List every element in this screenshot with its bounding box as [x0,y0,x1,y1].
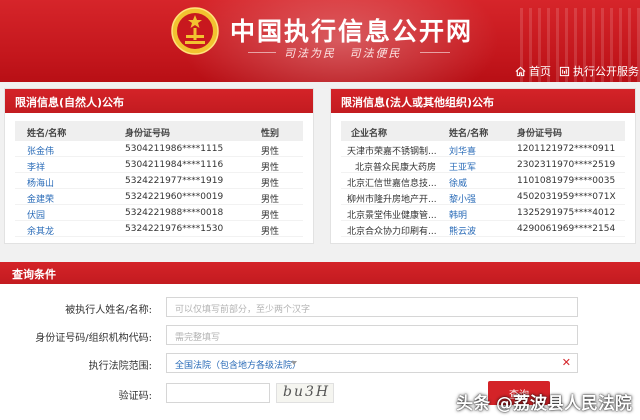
column-header: 企业名称 [351,129,388,139]
person-name[interactable]: 韩明 [449,208,467,221]
nav-home-label: 首页 [529,65,551,78]
id-number: 1101081979****0035 [517,176,616,186]
person-name[interactable]: 黎小强 [449,192,476,205]
id-input[interactable]: 需完整填写 [166,325,578,345]
column-header: 姓名/名称 [449,129,489,139]
table-row[interactable]: 天津市荣嘉不锈钢制... 刘华喜 1201121972****0911 [341,141,625,157]
company-name: 柳州市隆升房地产开... [347,195,437,205]
court-select[interactable]: 全国法院（包含地方各级法院） ✕ [166,353,578,373]
table-row[interactable]: 张金伟 5304211986****1115 男性 [15,141,303,157]
individual-rows: 张金伟 5304211986****1115 男性 李祥 5304211984****… [15,141,303,237]
id-number: 1325291975****4012 [517,208,616,218]
captcha-image[interactable]: bu3H [276,383,334,403]
table-row[interactable]: 金建荣 5324221960****0019 男性 [15,189,303,205]
court-emblem-icon [171,7,219,55]
court-select-value: 全国法院（包含地方各级法院） [175,361,302,371]
captcha-label: 验证码: [118,391,152,402]
table-row[interactable]: 杨海山 5324221977****1919 男性 [15,173,303,189]
person-name[interactable]: 金建荣 [27,192,54,205]
gender: 男性 [261,179,280,189]
gender: 男性 [261,195,280,205]
home-icon [515,66,526,77]
individual-table: 姓名/名称 身份证号码 性别 张金伟 5304211986****1115 男性 李… [15,121,303,237]
court-label: 执行法院范围: [88,361,152,372]
entity-rows: 天津市荣嘉不锈钢制... 刘华喜 1201121972****0911 北京普众民康… [341,141,625,237]
chevron-down-icon [291,361,297,365]
table-row[interactable]: 北京汇信世嘉信息技... 徐威 1101081979****0035 [341,173,625,189]
id-number: 4502031959****071X [517,192,616,202]
column-header: 姓名/名称 [27,129,67,139]
table-header: 企业名称 姓名/名称 身份证号码 [341,121,625,141]
id-number: 2302311970****2519 [517,160,616,170]
person-name[interactable]: 伏园 [27,208,45,221]
person-name[interactable]: 刘华喜 [449,144,476,157]
name-row: 被执行人姓名/名称: 可以仅填写前部分，至少两个汉字 [0,297,640,317]
individual-panel: 限消信息(自然人)公布 姓名/名称 身份证号码 性别 张金伟 5304211986… [4,88,314,244]
person-name[interactable]: 熊云波 [449,224,476,237]
entity-panel: 限消信息(法人或其他组织)公布 企业名称 姓名/名称 身份证号码 天津市荣嘉不锈… [330,88,636,244]
query-title: 查询条件 [0,262,640,284]
company-name: 北京景堂伟业健康管... [347,211,437,221]
column-header: 身份证号码 [517,129,563,139]
nav-service[interactable]: 执行公开服务 [559,63,639,79]
table-row[interactable]: 李祥 5304211984****1116 男性 [15,157,303,173]
person-name[interactable]: 张金伟 [27,144,54,157]
id-label: 身份证号码/组织机构代码: [35,333,152,344]
table-row[interactable]: 伏园 5324221988****0018 男性 [15,205,303,221]
gender: 男性 [261,163,280,173]
slogan-divider [420,52,450,53]
id-number: 4290061969****2154 [517,224,616,234]
person-name[interactable]: 徐威 [449,176,467,189]
name-input[interactable]: 可以仅填写前部分，至少两个汉字 [166,297,578,317]
individual-panel-title: 限消信息(自然人)公布 [5,89,313,113]
company-name: 北京普众民康大药房 [355,163,437,173]
nav-service-label: 执行公开服务 [573,65,639,78]
id-number: 5324221977****1919 [125,176,224,186]
company-name: 北京合众协力印刷有... [347,227,437,237]
id-number: 5304211986****1115 [125,144,224,154]
id-number: 5324221960****0019 [125,192,224,202]
watermark: 头条 @荔波县人民法院 [456,394,632,414]
company-name: 北京汇信世嘉信息技... [347,179,437,189]
slogan-divider [248,52,276,53]
column-header: 身份证号码 [125,129,171,139]
person-name[interactable]: 余其龙 [27,224,54,237]
table-row[interactable]: 北京景堂伟业健康管... 韩明 1325291975****4012 [341,205,625,221]
person-name[interactable]: 杨海山 [27,176,54,189]
id-number: 1201121972****0911 [517,144,616,154]
gender: 男性 [261,211,280,221]
table-header: 姓名/名称 身份证号码 性别 [15,121,303,141]
court-row: 执行法院范围: 全国法院（包含地方各级法院） ✕ [0,353,640,373]
id-number: 5324221988****0018 [125,208,224,218]
table-row[interactable]: 柳州市隆升房地产开... 黎小强 4502031959****071X [341,189,625,205]
id-row: 身份证号码/组织机构代码: 需完整填写 [0,325,640,345]
table-row[interactable]: 余其龙 5324221976****1530 男性 [15,221,303,237]
clear-icon[interactable]: ✕ [562,356,571,369]
id-number: 5324221976****1530 [125,224,224,234]
gender: 男性 [261,227,280,237]
column-header: 性别 [261,129,280,139]
name-label: 被执行人姓名/名称: [65,305,152,316]
entity-panel-title: 限消信息(法人或其他组织)公布 [331,89,635,113]
gender: 男性 [261,147,280,157]
entity-table: 企业名称 姓名/名称 身份证号码 天津市荣嘉不锈钢制... 刘华喜 12011219… [341,121,625,237]
captcha-input[interactable] [166,383,270,403]
person-name[interactable]: 王亚军 [449,160,476,173]
table-row[interactable]: 北京合众协力印刷有... 熊云波 4290061969****2154 [341,221,625,237]
service-icon [559,66,570,77]
top-nav: 首页 执行公开服务 [0,58,640,82]
table-row[interactable]: 北京普众民康大药房 王亚军 2302311970****2519 [341,157,625,173]
person-name[interactable]: 李祥 [27,160,45,173]
company-name: 天津市荣嘉不锈钢制... [347,147,437,157]
site-title: 中国执行信息公开网 [230,17,474,46]
id-number: 5304211984****1116 [125,160,224,170]
site-banner: 中国执行信息公开网 司法为民 司法便民 首页 执行公开服务 [0,0,640,82]
nav-home[interactable]: 首页 [515,63,551,79]
